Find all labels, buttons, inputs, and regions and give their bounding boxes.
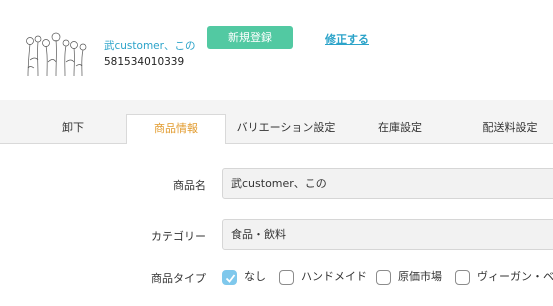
type-none-label: なし bbox=[244, 270, 266, 283]
product-type-label: 商品タイプ bbox=[151, 272, 206, 285]
edit-link[interactable]: 修正する bbox=[325, 31, 369, 47]
type-vegan-checkbox[interactable] bbox=[455, 270, 470, 285]
type-none-checkbox[interactable] bbox=[222, 270, 237, 285]
tab-shipping[interactable]: 配送料設定 bbox=[470, 114, 550, 144]
product-header: 武customer、この 581534010339 新規登録 修正する bbox=[0, 0, 553, 100]
category-label: カテゴリー bbox=[151, 230, 206, 243]
tab-stock[interactable]: 在庫設定 bbox=[360, 114, 440, 144]
product-name-input[interactable]: 武customer、この bbox=[222, 168, 553, 199]
type-handmade-checkbox[interactable] bbox=[279, 270, 294, 285]
tab-variation[interactable]: バリエーション設定 bbox=[230, 114, 342, 144]
tab-product-info[interactable]: 商品情報 bbox=[126, 114, 226, 145]
type-vegan-label: ヴィーガン・ベジ bbox=[477, 270, 553, 283]
check-icon bbox=[225, 274, 236, 283]
product-name-link[interactable]: 武customer、この bbox=[104, 38, 195, 53]
product-id: 581534010339 bbox=[104, 56, 185, 68]
product-thumbnail bbox=[26, 32, 87, 77]
type-cost-market-label: 原価市場 bbox=[398, 270, 442, 283]
category-select[interactable]: 食品・飲料 bbox=[222, 219, 553, 250]
type-handmade-label: ハンドメイド bbox=[301, 270, 367, 283]
new-register-button[interactable]: 新規登録 bbox=[207, 26, 293, 49]
tab-bar: 卸下 商品情報 バリエーション設定 在庫設定 配送料設定 bbox=[0, 100, 553, 145]
type-cost-market-checkbox[interactable] bbox=[376, 270, 391, 285]
product-name-label: 商品名 bbox=[173, 179, 206, 192]
tab-unlist[interactable]: 卸下 bbox=[44, 114, 102, 144]
